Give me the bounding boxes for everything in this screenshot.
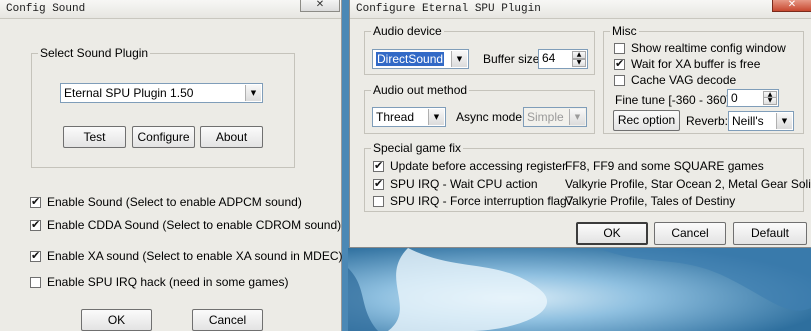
audio-out-method-select[interactable]: Thread ▼: [372, 107, 446, 127]
group-label: Audio device: [371, 24, 444, 38]
cache-vag-checkbox[interactable]: Cache VAG decode: [614, 73, 736, 87]
enable-xa-checkbox[interactable]: Enable XA sound (Select to enable XA sou…: [30, 249, 343, 263]
fix-games-text: Valkyrie Profile, Star Ocean 2, Metal Ge…: [565, 177, 811, 191]
chevron-down-icon: ▼: [245, 85, 261, 101]
config-sound-titlebar: Config Sound: [0, 0, 341, 19]
default-button-label: Default: [750, 226, 790, 240]
checkbox-box[interactable]: [614, 74, 625, 86]
configure-button-label: Configure: [137, 130, 190, 144]
rec-option-label: Rec option: [617, 113, 676, 127]
enable-sound-checkbox[interactable]: Enable Sound (Select to enable ADPCM sou…: [30, 195, 302, 209]
checkbox-label: Enable CDDA Sound (Select to enable CDRO…: [47, 218, 342, 232]
checkbox-label: Show realtime config window: [631, 41, 786, 55]
chevron-down-icon: ▼: [451, 51, 467, 67]
fine-tune-label: Fine tune [-360 - 360] :: [615, 93, 737, 107]
checkbox-box[interactable]: [614, 57, 625, 71]
enable-cdda-checkbox[interactable]: Enable CDDA Sound (Select to enable CDRO…: [30, 218, 341, 232]
checkbox-box[interactable]: [30, 249, 41, 263]
cancel-button-label: Cancel: [208, 313, 247, 327]
test-button-label: Test: [83, 130, 106, 144]
fix-spu-irq-force-checkbox[interactable]: SPU IRQ - Force interruption flag7: [373, 194, 573, 208]
checkbox-label: SPU IRQ - Force interruption flag7: [390, 194, 574, 208]
spin-up-icon[interactable]: ▲: [572, 51, 586, 59]
ok-button[interactable]: OK: [81, 309, 152, 331]
configure-button[interactable]: Configure: [132, 126, 195, 148]
rec-option-button[interactable]: Rec option: [613, 110, 680, 131]
checkbox-label: Cache VAG decode: [631, 73, 737, 87]
configure-eternal-titlebar: Configure Eternal SPU Plugin: [350, 0, 811, 19]
ok-button[interactable]: OK: [576, 222, 648, 245]
reverb-select[interactable]: Neill's ▼: [728, 111, 794, 131]
desktop-background: [348, 248, 811, 331]
checkbox-box[interactable]: [373, 159, 384, 173]
sound-plugin-select[interactable]: Eternal SPU Plugin 1.50 ▼: [60, 83, 263, 103]
chevron-down-icon: ▼: [569, 109, 585, 125]
group-label: Misc: [610, 24, 639, 38]
async-mode-label: Async mode:: [456, 110, 526, 124]
checkbox-label: Enable SPU IRQ hack (need in some games): [47, 275, 289, 289]
reverb-value: Neill's: [732, 114, 764, 128]
enable-spu-irq-checkbox[interactable]: Enable SPU IRQ hack (need in some games): [30, 275, 288, 289]
window-title: Config Sound: [6, 3, 86, 15]
checkbox-box[interactable]: [373, 177, 384, 191]
checkbox-label: Update before accessing register: [390, 159, 567, 173]
ok-button-label: OK: [107, 313, 126, 327]
chevron-down-icon: ▼: [428, 109, 444, 125]
ok-button-label: OK: [603, 226, 621, 240]
spin-down-icon[interactable]: ▼: [572, 59, 586, 67]
close-icon: ✕: [315, 0, 325, 10]
audio-device-value: DirectSound: [374, 51, 446, 67]
audio-device-select[interactable]: DirectSound ▼: [372, 49, 469, 69]
checkbox-box[interactable]: [373, 195, 384, 207]
buffer-size-value: 64: [542, 51, 556, 65]
buffer-size-spinner[interactable]: 64 ▲ ▼: [538, 49, 588, 69]
wait-xa-checkbox[interactable]: Wait for XA buffer is free: [614, 57, 760, 71]
fix-games-text: FF8, FF9 and some SQUARE games: [565, 159, 764, 173]
spin-down-icon[interactable]: ▼: [763, 97, 777, 105]
special-game-fix-group: Special game fix Update before accessing…: [364, 141, 811, 212]
misc-group: Misc Show realtime config window Wait fo…: [603, 24, 804, 134]
select-sound-plugin-group: Select Sound Plugin Eternal SPU Plugin 1…: [31, 46, 295, 168]
test-button[interactable]: Test: [63, 126, 126, 148]
about-button[interactable]: About: [200, 126, 263, 148]
fix-update-register-checkbox[interactable]: Update before accessing register: [373, 159, 566, 173]
checkbox-box[interactable]: [30, 218, 41, 232]
close-icon: ✕: [787, 0, 797, 10]
async-mode-select[interactable]: Simple ▼: [523, 107, 587, 127]
fine-tune-spinner[interactable]: 0 ▲ ▼: [727, 89, 779, 107]
about-button-label: About: [215, 130, 248, 144]
chevron-down-icon: ▼: [776, 113, 792, 129]
fix-games-text: Valkyrie Profile, Tales of Destiny: [565, 194, 736, 208]
group-label: Special game fix: [371, 141, 464, 155]
cancel-button[interactable]: Cancel: [192, 309, 263, 331]
cancel-button[interactable]: Cancel: [654, 222, 726, 245]
audio-out-method-value: Thread: [376, 110, 415, 124]
group-label: Select Sound Plugin: [38, 46, 151, 60]
window-title: Configure Eternal SPU Plugin: [356, 3, 541, 15]
checkbox-label: Enable XA sound (Select to enable XA sou…: [47, 249, 343, 263]
sound-plugin-value: Eternal SPU Plugin 1.50: [64, 86, 194, 100]
checkbox-box[interactable]: [614, 42, 625, 54]
fine-tune-value: 0: [731, 91, 738, 105]
checkbox-label: Enable Sound (Select to enable ADPCM sou…: [47, 195, 302, 209]
fix-spu-irq-wait-checkbox[interactable]: SPU IRQ - Wait CPU action: [373, 177, 538, 191]
async-mode-value: Simple: [527, 110, 564, 124]
checkbox-label: Wait for XA buffer is free: [631, 57, 761, 71]
close-button[interactable]: ✕: [772, 0, 811, 12]
close-button[interactable]: ✕: [300, 0, 340, 12]
config-sound-window: Config Sound ✕ Select Sound Plugin Etern…: [0, 0, 343, 331]
configure-eternal-spu-window: Configure Eternal SPU Plugin ✕ Audio dev…: [349, 0, 811, 248]
buffer-size-label: Buffer size:: [483, 52, 543, 66]
checkbox-box[interactable]: [30, 276, 41, 288]
audio-out-method-group: Audio out method Thread ▼ Async mode: Si…: [364, 83, 595, 134]
default-button[interactable]: Default: [733, 222, 807, 245]
group-label: Audio out method: [371, 83, 470, 97]
checkbox-box[interactable]: [30, 195, 41, 209]
cancel-button-label: Cancel: [671, 226, 709, 240]
reverb-label: Reverb:: [686, 114, 729, 128]
checkbox-label: SPU IRQ - Wait CPU action: [390, 177, 538, 191]
audio-device-group: Audio device DirectSound ▼ Buffer size: …: [364, 24, 595, 75]
show-realtime-checkbox[interactable]: Show realtime config window: [614, 41, 786, 55]
